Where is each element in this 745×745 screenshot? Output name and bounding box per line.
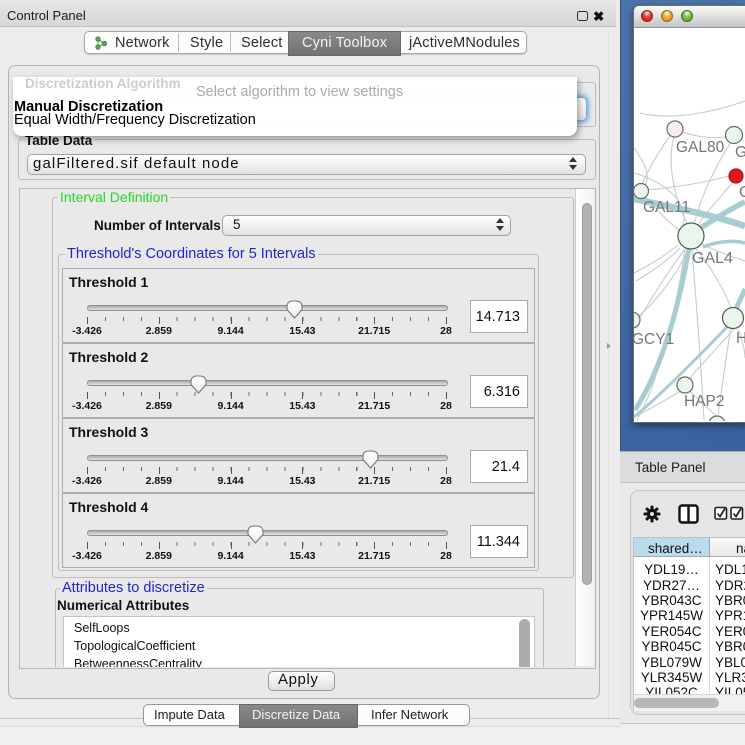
svg-text:GCY1: GCY1 bbox=[634, 331, 674, 348]
svg-text:C: C bbox=[739, 184, 745, 201]
svg-text:HAP2: HAP2 bbox=[684, 393, 725, 410]
svg-text:GAL11: GAL11 bbox=[643, 199, 690, 216]
svg-text:GAL4: GAL4 bbox=[692, 250, 733, 267]
svg-text:GAL80: GAL80 bbox=[676, 139, 725, 156]
svg-text:H: H bbox=[736, 330, 745, 347]
svg-text:GA: GA bbox=[735, 144, 745, 161]
